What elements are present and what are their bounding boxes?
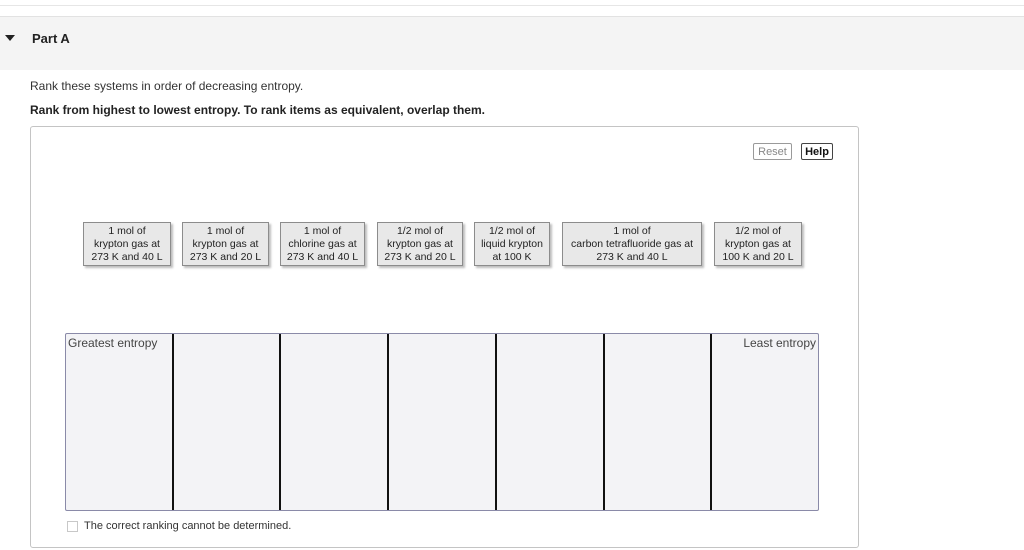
rank-item-5[interactable]: 1/2 mol of liquid krypton at 100 K: [474, 222, 550, 266]
rank-item-7[interactable]: 1/2 mol of krypton gas at 100 K and 20 L: [714, 222, 802, 266]
rank-item-6[interactable]: 1 mol of carbon tetrafluoride gas at 273…: [562, 222, 702, 266]
rank-bin-5[interactable]: [494, 334, 603, 510]
rank-bin-4[interactable]: [387, 334, 495, 510]
top-divider: [0, 5, 1024, 6]
rank-item-label: 1 mol of chlorine gas at 273 K and 40 L: [286, 224, 359, 263]
rank-item-label: 1 mol of krypton gas at 273 K and 40 L: [91, 224, 163, 263]
rank-bin-1[interactable]: Greatest entropy: [66, 334, 172, 510]
least-entropy-label: Least entropy: [743, 336, 817, 350]
greatest-entropy-label: Greatest entropy: [68, 336, 158, 350]
ranking-instructions: Rank from highest to lowest entropy. To …: [30, 103, 485, 117]
collapse-caret-icon[interactable]: [5, 35, 15, 41]
cannot-determine-checkbox[interactable]: [67, 520, 78, 532]
rank-item-label: 1/2 mol of krypton gas at 100 K and 20 L: [722, 224, 794, 263]
ranking-workspace: Reset Help 1 mol of krypton gas at 273 K…: [30, 126, 859, 548]
rank-bin-3[interactable]: [279, 334, 387, 510]
ranking-bins: Greatest entropy Least entropy: [65, 333, 819, 511]
rank-item-1[interactable]: 1 mol of krypton gas at 273 K and 40 L: [83, 222, 171, 266]
reset-button[interactable]: Reset: [753, 143, 792, 160]
rank-item-label: 1 mol of krypton gas at 273 K and 20 L: [189, 224, 262, 263]
rank-item-2[interactable]: 1 mol of krypton gas at 273 K and 20 L: [182, 222, 269, 266]
help-button[interactable]: Help: [801, 143, 833, 160]
rank-item-label: 1/2 mol of liquid krypton at 100 K: [481, 224, 543, 263]
cannot-determine-label: The correct ranking cannot be determined…: [84, 520, 292, 532]
rank-bin-7[interactable]: Least entropy: [710, 334, 818, 510]
question-prompt: Rank these systems in order of decreasin…: [30, 79, 304, 93]
rank-item-label: 1/2 mol of krypton gas at 273 K and 20 L: [384, 224, 456, 263]
rank-bin-6[interactable]: [602, 334, 711, 510]
rank-item-label: 1 mol of carbon tetrafluoride gas at 273…: [571, 224, 693, 263]
cannot-determine-option[interactable]: The correct ranking cannot be determined…: [67, 520, 291, 532]
part-header[interactable]: Part A: [0, 16, 1024, 70]
part-title: Part A: [32, 31, 70, 46]
rank-bin-2[interactable]: [171, 334, 280, 510]
rank-item-4[interactable]: 1/2 mol of krypton gas at 273 K and 20 L: [377, 222, 463, 266]
rank-item-3[interactable]: 1 mol of chlorine gas at 273 K and 40 L: [280, 222, 365, 266]
